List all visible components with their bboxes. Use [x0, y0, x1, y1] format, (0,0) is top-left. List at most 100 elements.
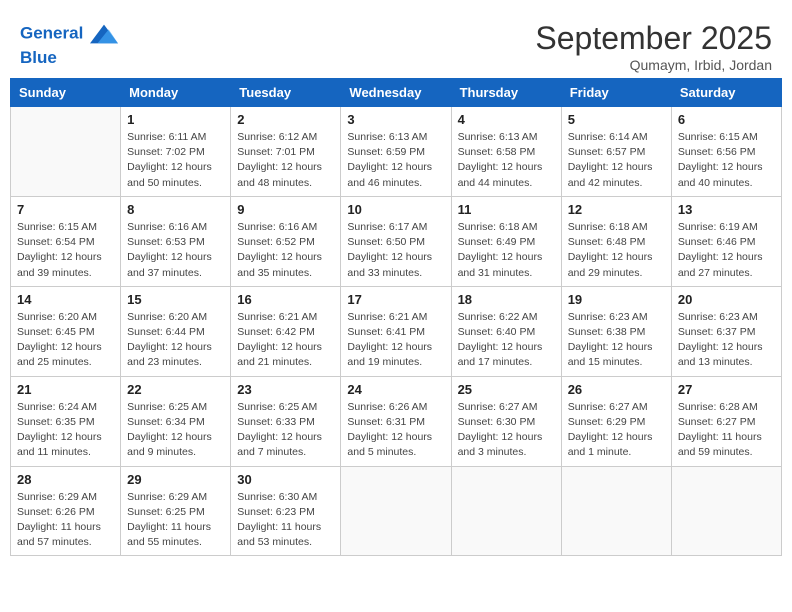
- calendar-cell: 30 Sunrise: 6:30 AMSunset: 6:23 PMDayligh…: [231, 466, 341, 556]
- calendar-cell: [671, 466, 781, 556]
- weekday-header-sunday: Sunday: [11, 79, 121, 107]
- calendar-cell: 22 Sunrise: 6:25 AMSunset: 6:34 PMDayligh…: [121, 376, 231, 466]
- calendar-week-row: 1 Sunrise: 6:11 AMSunset: 7:02 PMDaylight…: [11, 107, 782, 197]
- day-number: 11: [458, 202, 555, 217]
- calendar-cell: 17 Sunrise: 6:21 AMSunset: 6:41 PMDayligh…: [341, 286, 451, 376]
- day-info: Sunrise: 6:16 AMSunset: 6:52 PMDaylight:…: [237, 220, 334, 281]
- calendar-cell: 4 Sunrise: 6:13 AMSunset: 6:58 PMDaylight…: [451, 107, 561, 197]
- day-number: 30: [237, 472, 334, 487]
- calendar-week-row: 14 Sunrise: 6:20 AMSunset: 6:45 PMDayligh…: [11, 286, 782, 376]
- day-number: 5: [568, 112, 665, 127]
- day-info: Sunrise: 6:21 AMSunset: 6:41 PMDaylight:…: [347, 310, 444, 371]
- calendar-cell: 10Sunrise: 6:17 AMSunset: 6:50 PMDayligh…: [341, 196, 451, 286]
- weekday-header-thursday: Thursday: [451, 79, 561, 107]
- calendar-cell: 7Sunrise: 6:15 AMSunset: 6:54 PMDaylight…: [11, 196, 121, 286]
- day-info: Sunrise: 6:26 AMSunset: 6:31 PMDaylight:…: [347, 400, 444, 461]
- day-info: Sunrise: 6:15 AMSunset: 6:56 PMDaylight:…: [678, 130, 775, 191]
- calendar-cell: 11 Sunrise: 6:18 AMSunset: 6:49 PMDayligh…: [451, 196, 561, 286]
- weekday-header-monday: Monday: [121, 79, 231, 107]
- day-info: Sunrise: 6:14 AMSunset: 6:57 PMDaylight:…: [568, 130, 665, 191]
- calendar-week-row: 28 Sunrise: 6:29 AMSunset: 6:26 PMDayligh…: [11, 466, 782, 556]
- calendar-week-row: 21Sunrise: 6:24 AMSunset: 6:35 PMDayligh…: [11, 376, 782, 466]
- calendar-cell: 2Sunrise: 6:12 AMSunset: 7:01 PMDaylight…: [231, 107, 341, 197]
- day-number: 25: [458, 382, 555, 397]
- weekday-header-tuesday: Tuesday: [231, 79, 341, 107]
- calendar-cell: 5 Sunrise: 6:14 AMSunset: 6:57 PMDaylight…: [561, 107, 671, 197]
- day-number: 8: [127, 202, 224, 217]
- day-number: 9: [237, 202, 334, 217]
- calendar-table: SundayMondayTuesdayWednesdayThursdayFrid…: [10, 78, 782, 556]
- day-info: Sunrise: 6:23 AMSunset: 6:38 PMDaylight:…: [568, 310, 665, 371]
- day-info: Sunrise: 6:11 AMSunset: 7:02 PMDaylight:…: [127, 130, 224, 191]
- page-header: General Blue September 2025 Qumaym, Irbi…: [10, 10, 782, 78]
- calendar-cell: [561, 466, 671, 556]
- day-number: 4: [458, 112, 555, 127]
- calendar-cell: 13 Sunrise: 6:19 AMSunset: 6:46 PMDayligh…: [671, 196, 781, 286]
- day-number: 15: [127, 292, 224, 307]
- day-number: 23: [237, 382, 334, 397]
- day-number: 19: [568, 292, 665, 307]
- calendar-cell: 23 Sunrise: 6:25 AMSunset: 6:33 PMDayligh…: [231, 376, 341, 466]
- calendar-cell: 12 Sunrise: 6:18 AMSunset: 6:48 PMDayligh…: [561, 196, 671, 286]
- calendar-cell: 25 Sunrise: 6:27 AMSunset: 6:30 PMDayligh…: [451, 376, 561, 466]
- day-info: Sunrise: 6:19 AMSunset: 6:46 PMDaylight:…: [678, 220, 775, 281]
- day-info: Sunrise: 6:13 AMSunset: 6:58 PMDaylight:…: [458, 130, 555, 191]
- day-info: Sunrise: 6:20 AMSunset: 6:45 PMDaylight:…: [17, 310, 114, 371]
- day-info: Sunrise: 6:29 AMSunset: 6:25 PMDaylight:…: [127, 490, 224, 551]
- day-info: Sunrise: 6:18 AMSunset: 6:48 PMDaylight:…: [568, 220, 665, 281]
- day-number: 2: [237, 112, 334, 127]
- location-subtitle: Qumaym, Irbid, Jordan: [535, 57, 772, 73]
- day-info: Sunrise: 6:13 AMSunset: 6:59 PMDaylight:…: [347, 130, 444, 191]
- day-info: Sunrise: 6:23 AMSunset: 6:37 PMDaylight:…: [678, 310, 775, 371]
- day-number: 21: [17, 382, 114, 397]
- day-number: 13: [678, 202, 775, 217]
- day-number: 14: [17, 292, 114, 307]
- day-info: Sunrise: 6:27 AMSunset: 6:30 PMDaylight:…: [458, 400, 555, 461]
- day-info: Sunrise: 6:21 AMSunset: 6:42 PMDaylight:…: [237, 310, 334, 371]
- day-number: 22: [127, 382, 224, 397]
- title-block: September 2025 Qumaym, Irbid, Jordan: [535, 20, 772, 73]
- day-number: 6: [678, 112, 775, 127]
- calendar-cell: 1 Sunrise: 6:11 AMSunset: 7:02 PMDaylight…: [121, 107, 231, 197]
- day-number: 17: [347, 292, 444, 307]
- month-title: September 2025: [535, 20, 772, 57]
- day-number: 3: [347, 112, 444, 127]
- day-number: 7: [17, 202, 114, 217]
- day-number: 26: [568, 382, 665, 397]
- calendar-cell: 8 Sunrise: 6:16 AMSunset: 6:53 PMDaylight…: [121, 196, 231, 286]
- day-info: Sunrise: 6:18 AMSunset: 6:49 PMDaylight:…: [458, 220, 555, 281]
- calendar-cell: 20 Sunrise: 6:23 AMSunset: 6:37 PMDayligh…: [671, 286, 781, 376]
- logo-blue: Blue: [20, 48, 118, 68]
- day-info: Sunrise: 6:16 AMSunset: 6:53 PMDaylight:…: [127, 220, 224, 281]
- calendar-cell: 21Sunrise: 6:24 AMSunset: 6:35 PMDayligh…: [11, 376, 121, 466]
- calendar-cell: 15 Sunrise: 6:20 AMSunset: 6:44 PMDayligh…: [121, 286, 231, 376]
- day-number: 27: [678, 382, 775, 397]
- calendar-cell: 3 Sunrise: 6:13 AMSunset: 6:59 PMDaylight…: [341, 107, 451, 197]
- day-info: Sunrise: 6:25 AMSunset: 6:34 PMDaylight:…: [127, 400, 224, 461]
- day-number: 24: [347, 382, 444, 397]
- day-number: 1: [127, 112, 224, 127]
- weekday-header-friday: Friday: [561, 79, 671, 107]
- calendar-cell: 27Sunrise: 6:28 AMSunset: 6:27 PMDayligh…: [671, 376, 781, 466]
- day-number: 16: [237, 292, 334, 307]
- calendar-cell: 19 Sunrise: 6:23 AMSunset: 6:38 PMDayligh…: [561, 286, 671, 376]
- logo-text: General: [20, 20, 118, 48]
- calendar-cell: 6 Sunrise: 6:15 AMSunset: 6:56 PMDaylight…: [671, 107, 781, 197]
- day-info: Sunrise: 6:29 AMSunset: 6:26 PMDaylight:…: [17, 490, 114, 551]
- day-number: 12: [568, 202, 665, 217]
- day-info: Sunrise: 6:22 AMSunset: 6:40 PMDaylight:…: [458, 310, 555, 371]
- day-info: Sunrise: 6:27 AMSunset: 6:29 PMDaylight:…: [568, 400, 665, 461]
- calendar-cell: 26 Sunrise: 6:27 AMSunset: 6:29 PMDayligh…: [561, 376, 671, 466]
- calendar-cell: [11, 107, 121, 197]
- calendar-cell: 9 Sunrise: 6:16 AMSunset: 6:52 PMDaylight…: [231, 196, 341, 286]
- day-number: 28: [17, 472, 114, 487]
- calendar-cell: 16 Sunrise: 6:21 AMSunset: 6:42 PMDayligh…: [231, 286, 341, 376]
- day-number: 20: [678, 292, 775, 307]
- day-number: 18: [458, 292, 555, 307]
- day-info: Sunrise: 6:25 AMSunset: 6:33 PMDaylight:…: [237, 400, 334, 461]
- day-info: Sunrise: 6:17 AMSunset: 6:50 PMDaylight:…: [347, 220, 444, 281]
- day-number: 29: [127, 472, 224, 487]
- day-info: Sunrise: 6:20 AMSunset: 6:44 PMDaylight:…: [127, 310, 224, 371]
- day-info: Sunrise: 6:30 AMSunset: 6:23 PMDaylight:…: [237, 490, 334, 551]
- calendar-cell: 18 Sunrise: 6:22 AMSunset: 6:40 PMDayligh…: [451, 286, 561, 376]
